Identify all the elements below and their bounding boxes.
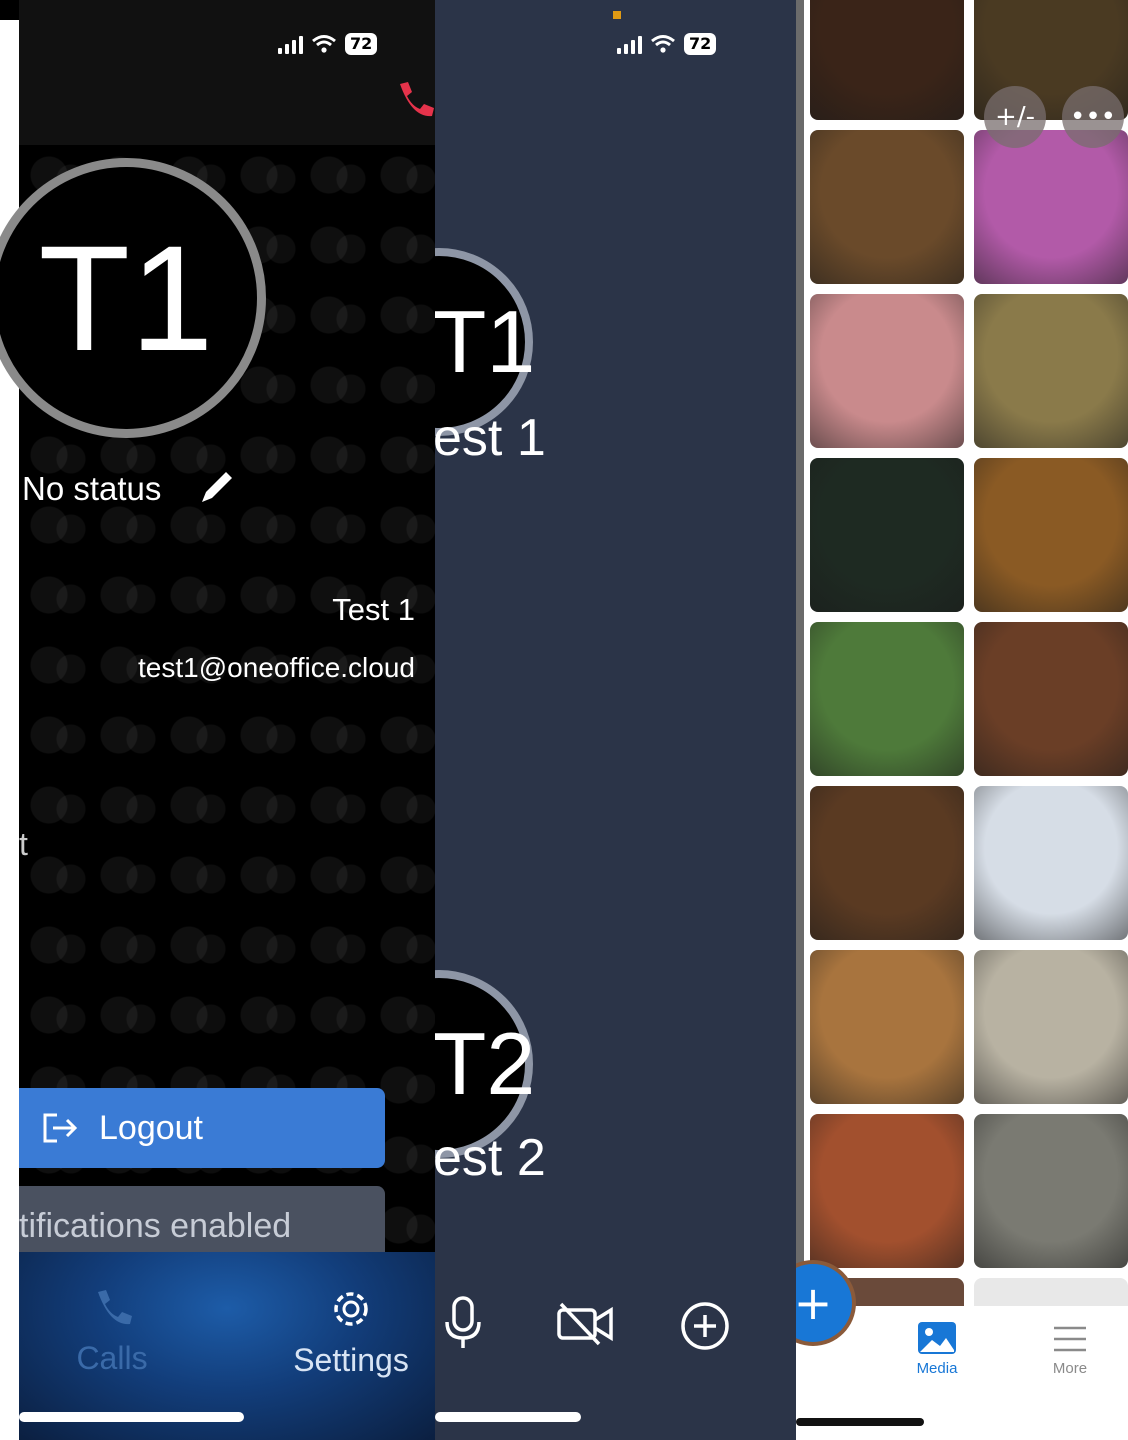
nav-settings-label: Settings [293,1342,409,1378]
media-thumbnail[interactable] [974,950,1128,1104]
nav-calls[interactable]: Calls [67,1286,157,1377]
logout-button[interactable]: Logout [19,1088,385,1168]
media-thumbnail[interactable] [974,458,1128,612]
participant-initials-1: T1 [435,292,536,391]
home-indicator [435,1412,581,1422]
home-indicator [19,1412,244,1422]
edit-pencil-icon[interactable] [198,470,234,506]
notifications-label: tifications enabled [19,1206,292,1245]
media-thumbnail[interactable] [974,130,1128,284]
exposure-label: +/- [995,102,1035,132]
tab-media-label: Media [916,1360,958,1377]
media-thumbnail[interactable] [810,458,964,612]
media-thumbnail[interactable] [810,294,964,448]
fab-label: + [796,1276,833,1330]
video-off-icon[interactable] [555,1302,615,1346]
status-bar: 72 [278,33,378,55]
tab-media[interactable]: Media [896,1320,978,1377]
media-thumbnail[interactable] [810,622,964,776]
media-thumbnail[interactable] [810,1114,964,1268]
avatar-initials: T1 [38,213,214,382]
participant-initials-2: T2 [435,1014,536,1113]
media-thumbnail[interactable] [974,622,1128,776]
media-thumbnail[interactable] [810,950,964,1104]
previous-column-edge [796,0,804,1300]
phone-call-icon[interactable] [392,78,435,122]
status-text[interactable]: No status [22,470,161,508]
left-edge-top [0,0,19,20]
profile-screen: 72 T1 No status Test 1 test1@oneoffice.c… [0,0,435,1440]
menu-lines-icon [1054,1326,1086,1352]
signal-icon [278,34,303,54]
more-dots-label: ••• [1069,102,1116,132]
gear-icon [334,1292,368,1326]
media-thumbnail[interactable] [974,294,1128,448]
privacy-dot [613,11,621,19]
media-thumbnail[interactable] [810,130,964,284]
media-thumbnail[interactable] [810,786,964,940]
tab-more-label: More [1052,1360,1088,1377]
battery-indicator: 72 [345,33,378,55]
nav-settings[interactable]: Settings [281,1286,421,1379]
media-thumbnail[interactable] [810,0,964,120]
email-address: test1@oneoffice.cloud [138,652,415,683]
phone-icon [98,1290,132,1325]
nav-calls-label: Calls [76,1340,148,1376]
battery-indicator: 72 [684,33,717,55]
add-circle-icon[interactable] [679,1300,731,1352]
more-dots-button[interactable]: ••• [1062,86,1124,148]
wifi-icon [312,35,336,53]
media-thumbnail[interactable] [974,1114,1128,1268]
gallery-screen: +/- ••• Media More + [796,0,1128,1440]
call-screen: 72 T1 est 1 T2 est 2 [435,0,796,1440]
microphone-icon[interactable] [443,1294,483,1354]
tab-more[interactable]: More [1032,1322,1108,1377]
participant-name-2: est 2 [435,1129,546,1187]
status-bar: 72 [617,33,717,55]
partial-label: t [19,826,28,862]
media-thumbnail[interactable] [974,786,1128,940]
top-bar [19,0,435,145]
logout-icon [43,1113,78,1143]
wifi-icon [651,35,675,53]
display-name: Test 1 [332,592,415,627]
home-indicator [796,1418,924,1426]
logout-label: Logout [99,1108,203,1147]
signal-icon [617,34,642,54]
image-icon [918,1322,956,1354]
participant-name-1: est 1 [435,409,546,467]
exposure-button[interactable]: +/- [984,86,1046,148]
